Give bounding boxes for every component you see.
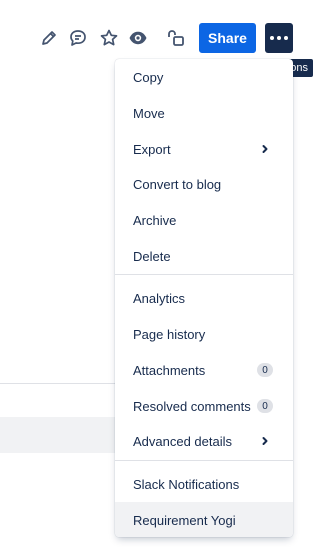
menu-item-export[interactable]: Export	[115, 131, 293, 167]
chevron-right-icon	[259, 435, 271, 447]
menu-item-label: Resolved comments	[133, 398, 251, 414]
menu-item-convert-to-blog[interactable]: Convert to blog	[115, 166, 293, 202]
background-divider	[0, 383, 115, 384]
menu-item-analytics[interactable]: Analytics	[115, 280, 293, 316]
menu-item-label: Export	[133, 141, 171, 157]
menu-item-label: Advanced details	[133, 433, 233, 449]
pencil-icon[interactable]	[37, 26, 61, 50]
count-badge: 0	[257, 399, 273, 413]
count-badge: 0	[257, 363, 273, 377]
menu-item-archive[interactable]: Archive	[115, 202, 293, 238]
menu-divider	[115, 274, 293, 275]
menu-item-label: Analytics	[133, 290, 186, 306]
more-actions-button[interactable]	[265, 23, 293, 53]
menu-item-requirement-yogi[interactable]: Requirement Yogi	[115, 502, 293, 537]
share-button[interactable]: Share	[199, 23, 256, 53]
menu-item-label: Attachments	[133, 362, 206, 378]
menu-item-page-history[interactable]: Page history	[115, 316, 293, 352]
menu-item-label: Slack Notifications	[133, 476, 240, 492]
eye-icon[interactable]	[126, 26, 150, 50]
menu-item-label: Delete	[133, 248, 171, 264]
background-row	[0, 417, 115, 453]
menu-item-label: Convert to blog	[133, 176, 222, 192]
menu-item-copy[interactable]: Copy	[115, 59, 293, 95]
menu-item-label: Move	[133, 105, 165, 121]
more-actions-menu: Copy Move Export Convert to blog Archive Dele…	[115, 59, 293, 537]
menu-item-label: Archive	[133, 212, 177, 228]
menu-item-delete[interactable]: Delete	[115, 238, 293, 274]
chevron-right-icon	[259, 143, 271, 155]
menu-item-slack-notifications[interactable]: Slack Notifications	[115, 466, 293, 502]
menu-item-label: Copy	[133, 69, 164, 85]
menu-divider	[115, 460, 293, 461]
menu-item-move[interactable]: Move	[115, 95, 293, 131]
menu-item-label: Requirement Yogi	[133, 512, 236, 528]
unlock-icon[interactable]	[164, 26, 188, 50]
star-icon[interactable]	[97, 26, 121, 50]
menu-item-label: Page history	[133, 326, 206, 342]
menu-item-resolved-comments[interactable]: Resolved comments 0	[115, 388, 293, 424]
page-toolbar: Share	[0, 22, 320, 54]
menu-item-advanced-details[interactable]: Advanced details	[115, 423, 293, 459]
more-icon	[270, 36, 288, 40]
menu-item-attachments[interactable]: Attachments 0	[115, 352, 293, 388]
comment-icon[interactable]	[66, 26, 90, 50]
